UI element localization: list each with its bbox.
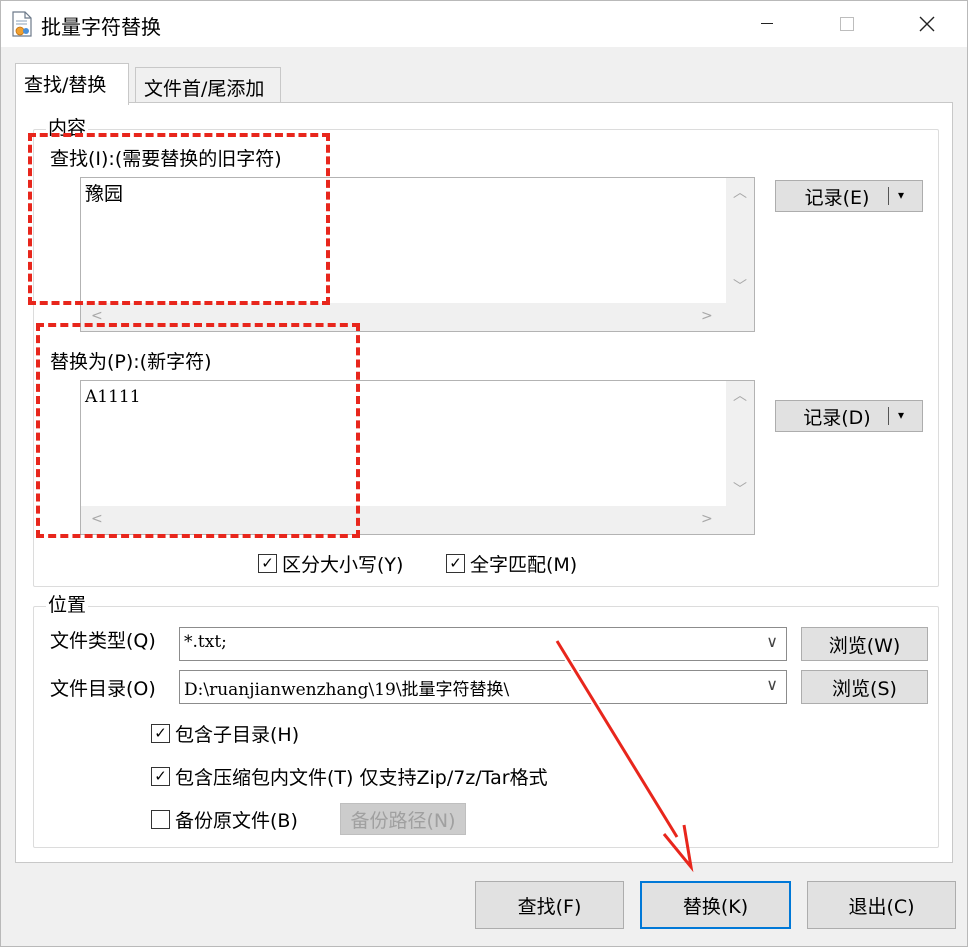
scroll-right-icon[interactable]: > xyxy=(701,512,713,526)
browse-dir-button[interactable]: 浏览(S) xyxy=(801,670,928,704)
include-subdirs-label: 包含子目录(H) xyxy=(175,724,300,746)
title-bar: 批量字符替换 xyxy=(1,1,967,47)
include-archives-checkbox[interactable]: ✓ 包含压缩包内文件(T) 仅支持Zip/7z/Tar格式 xyxy=(151,763,548,790)
scroll-corner xyxy=(726,303,754,331)
find-highlight-annotation xyxy=(28,133,330,305)
minimize-button[interactable] xyxy=(737,1,797,47)
scroll-corner xyxy=(726,506,754,534)
backup-checkbox[interactable]: 备份原文件(B) xyxy=(151,806,298,833)
tab-find-replace[interactable]: 查找/替换 xyxy=(15,63,129,105)
replace-button[interactable]: 替换(K) xyxy=(640,881,791,929)
dropdown-icon: ▾ xyxy=(898,408,905,422)
scroll-down-icon[interactable]: ﹀ xyxy=(733,483,747,497)
checkbox-box: ✓ xyxy=(151,767,170,786)
window-title: 批量字符替换 xyxy=(41,15,161,39)
replace-history-label: 记录(D) xyxy=(803,406,871,429)
split-separator xyxy=(888,187,889,205)
match-case-checkbox[interactable]: ✓ 区分大小写(Y) xyxy=(258,550,403,577)
dropdown-icon: ▾ xyxy=(898,188,905,202)
location-group: 位置 文件类型(Q) *.txt; ∨ 浏览(W) 文件目录(O) D:\rua… xyxy=(33,594,939,848)
whole-word-checkbox[interactable]: ✓ 全字匹配(M) xyxy=(446,550,577,577)
scroll-up-icon[interactable]: ︿ xyxy=(733,186,747,200)
file-dir-combo[interactable]: D:\ruanjianwenzhang\19\批量字符替换\ ∨ xyxy=(179,670,787,704)
find-vscroll[interactable]: ︿ ﹀ xyxy=(726,178,754,304)
replace-vscroll[interactable]: ︿ ﹀ xyxy=(726,381,754,507)
checkbox-box xyxy=(151,810,170,829)
backup-path-button[interactable]: 备份路径(N) xyxy=(340,803,466,835)
exit-button[interactable]: 退出(C) xyxy=(807,881,956,929)
file-type-combo[interactable]: *.txt; ∨ xyxy=(179,627,787,661)
app-document-icon xyxy=(12,11,32,37)
file-dir-value: D:\ruanjianwenzhang\19\批量字符替换\ xyxy=(184,680,510,700)
find-history-button[interactable]: 记录(E) ▾ xyxy=(775,180,923,212)
close-icon xyxy=(919,16,935,32)
minimize-icon xyxy=(761,23,773,24)
find-button[interactable]: 查找(F) xyxy=(475,881,624,929)
replace-highlight-annotation xyxy=(36,323,360,538)
checkbox-box: ✓ xyxy=(258,554,277,573)
backup-label: 备份原文件(B) xyxy=(175,810,298,832)
app-window: 批量字符替换 查找/替换 文件首/尾添加 内容 查找(I):(需要替换的旧字符)… xyxy=(0,0,968,947)
browse-file-type-button[interactable]: 浏览(W) xyxy=(801,627,928,661)
location-group-label: 位置 xyxy=(46,594,89,616)
split-separator xyxy=(888,407,889,425)
find-history-label: 记录(E) xyxy=(804,186,870,209)
file-type-label: 文件类型(Q) xyxy=(50,630,156,652)
include-subdirs-checkbox[interactable]: ✓ 包含子目录(H) xyxy=(151,720,299,747)
include-archives-label: 包含压缩包内文件(T) 仅支持Zip/7z/Tar格式 xyxy=(175,767,548,789)
replace-history-button[interactable]: 记录(D) ▾ xyxy=(775,400,923,432)
scroll-left-icon[interactable]: < xyxy=(91,309,103,323)
chevron-down-icon[interactable]: ∨ xyxy=(766,675,778,694)
chevron-down-icon[interactable]: ∨ xyxy=(766,632,778,651)
match-case-label: 区分大小写(Y) xyxy=(282,554,404,576)
tab-header-footer-add[interactable]: 文件首/尾添加 xyxy=(135,67,281,103)
file-type-value: *.txt; xyxy=(184,632,227,652)
file-dir-label: 文件目录(O) xyxy=(50,678,156,700)
scroll-up-icon[interactable]: ︿ xyxy=(733,389,747,403)
maximize-button[interactable] xyxy=(817,1,877,47)
scroll-down-icon[interactable]: ﹀ xyxy=(733,280,747,294)
checkbox-box: ✓ xyxy=(446,554,465,573)
close-button[interactable] xyxy=(897,1,957,47)
scroll-right-icon[interactable]: > xyxy=(701,309,713,323)
maximize-icon xyxy=(840,17,854,31)
checkbox-box: ✓ xyxy=(151,724,170,743)
whole-word-label: 全字匹配(M) xyxy=(470,554,578,576)
